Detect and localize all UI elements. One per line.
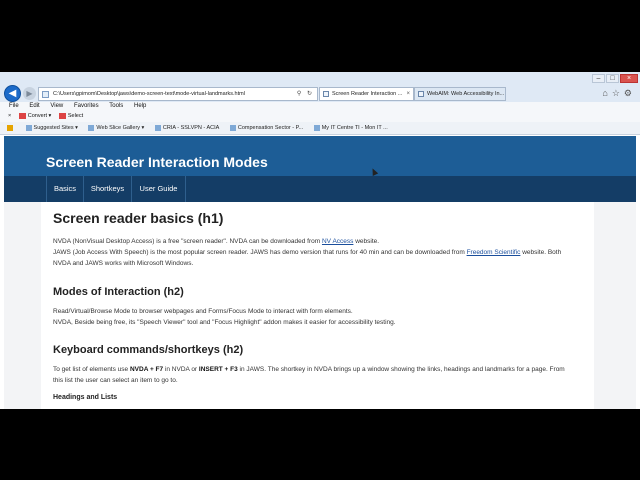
star-icon — [7, 124, 13, 131]
tab-webaim[interactable]: WebAIM: Web Accessibility In... — [414, 87, 506, 101]
favorite-my-it-centre[interactable]: My IT Centre TI - Mon IT ... — [313, 122, 388, 134]
address-bar[interactable]: C:\Users\gpimom\Desktop\jaws\demo-screen… — [38, 87, 318, 101]
menu-view[interactable]: View — [50, 102, 63, 111]
star-icon[interactable]: ☆ — [612, 88, 624, 98]
favorites-bar: Suggested Sites ▾ Web Slice Gallery ▾ CR… — [0, 122, 640, 135]
browser-titlebar: ◀ ▶ C:\Users\gpimom\Desktop\jaws\demo-sc… — [0, 72, 640, 102]
browser-toolbar-icons: ⌂☆⚙ — [602, 88, 636, 99]
menu-help[interactable]: Help — [134, 102, 146, 111]
paragraph-nvda-tools: NVDA, Beside being free, its "Speech Vie… — [53, 319, 396, 326]
favorite-label: Compensation Sector - P... — [237, 125, 304, 131]
command-bar: × Convert ▾ Select — [0, 111, 640, 122]
link-nv-access[interactable]: NV Access — [322, 238, 353, 245]
nav-link-user-guide[interactable]: User Guide — [131, 176, 186, 202]
back-arrow-icon[interactable]: ◀ — [4, 85, 21, 102]
select-button[interactable]: Select — [58, 111, 84, 122]
convert-button[interactable]: Convert ▾ — [18, 111, 51, 122]
main-content: Screen reader basics (h1) NVDA (NonVisua… — [41, 202, 594, 409]
home-icon[interactable]: ⌂ — [602, 88, 611, 98]
page-icon — [42, 91, 49, 98]
shortkey-jaws: INSERT + F3 — [198, 366, 238, 373]
close-window-icon[interactable]: × — [620, 74, 638, 83]
tab-label: Screen Reader Interaction ... — [332, 91, 403, 97]
paragraph-modes: Read/Virtual/Browse Mode to browser webp… — [53, 308, 353, 315]
favorites-star-icon[interactable] — [7, 122, 15, 134]
tab-page-icon — [323, 91, 329, 97]
select-icon — [58, 112, 66, 119]
heading-headings-and-lists: Headings and Lists — [53, 394, 118, 401]
favorite-label: My IT Centre TI - Mon IT ... — [321, 125, 388, 131]
paragraph-nvda: NVDA (NonVisual Desktop Access) is a fre… — [53, 236, 573, 247]
favorite-compensation-sector[interactable]: Compensation Sector - P... — [229, 122, 304, 134]
tab-label: WebAIM: Web Accessibility In... — [427, 91, 505, 97]
text: JAWS (Job Access With Speech) is the mos… — [53, 249, 467, 256]
favorite-web-slice-gallery[interactable]: Web Slice Gallery ▾ — [88, 122, 144, 134]
favorite-label: CRIA - SSLVPN - ACIA — [162, 125, 220, 131]
text: To get list of elements use — [53, 366, 130, 373]
text: NVDA (NonVisual Desktop Access) is a fre… — [53, 238, 322, 245]
gear-icon[interactable]: ⚙ — [624, 88, 636, 98]
nav-link-shortkeys[interactable]: Shortkeys — [83, 176, 131, 202]
heading-screen-reader-basics: Screen reader basics (h1) — [53, 210, 224, 226]
menu-tools[interactable]: Tools — [109, 102, 123, 111]
convert-label: Convert — [27, 113, 48, 119]
favorite-label: Suggested Sites — [33, 125, 74, 131]
forward-arrow-icon[interactable]: ▶ — [23, 87, 36, 100]
paragraph-jaws: JAWS (Job Access With Speech) is the mos… — [53, 247, 573, 269]
close-icon[interactable]: × — [406, 88, 410, 100]
pdf-icon — [18, 112, 26, 119]
browser-window: ◀ ▶ C:\Users\gpimom\Desktop\jaws\demo-sc… — [0, 72, 640, 409]
page-icon — [229, 124, 236, 131]
site-title: Screen Reader Interaction Modes — [46, 154, 268, 170]
minimize-icon[interactable]: – — [592, 74, 605, 83]
site-navigation: Basics Shortkeys User Guide — [4, 176, 636, 202]
web-page: Screen Reader Interaction Modes Basics S… — [4, 136, 636, 409]
page-icon — [154, 124, 161, 131]
address-text: C:\Users\gpimom\Desktop\jaws\demo-screen… — [53, 91, 245, 97]
text: website. — [353, 238, 380, 245]
maximize-icon[interactable]: □ — [606, 74, 619, 83]
search-refresh-icons[interactable]: ⚲ ↻ — [297, 88, 314, 100]
menu-favorites[interactable]: Favorites — [74, 102, 99, 111]
nav-link-basics[interactable]: Basics — [46, 176, 83, 202]
page-icon — [313, 124, 320, 131]
link-freedom-scientific[interactable]: Freedom Scientific — [467, 249, 521, 256]
menu-file[interactable]: File — [9, 102, 19, 111]
tab-screen-reader[interactable]: Screen Reader Interaction ... × — [319, 87, 414, 101]
window-controls: – □ × — [592, 74, 638, 83]
heading-keyboard-commands: Keyboard commands/shortkeys (h2) — [53, 344, 244, 356]
site-header: Screen Reader Interaction Modes — [4, 136, 636, 176]
favorite-label: Web Slice Gallery — [96, 125, 141, 131]
select-label: Select — [67, 113, 84, 119]
favorite-cria-sslvpn[interactable]: CRIA - SSLVPN - ACIA — [154, 122, 220, 134]
page-icon — [25, 124, 32, 131]
menu-bar: File Edit View Favorites Tools Help — [0, 102, 640, 111]
close-toolbar-icon[interactable]: × — [8, 111, 11, 122]
favorite-suggested-sites[interactable]: Suggested Sites ▾ — [25, 122, 78, 134]
page-icon — [88, 124, 95, 131]
shortkey-nvda: NVDA + F7 — [129, 366, 164, 373]
menu-edit[interactable]: Edit — [29, 102, 39, 111]
text: in NVDA or — [163, 366, 199, 373]
paragraph-shortkeys: To get list of elements use NVDA + F7 in… — [53, 364, 573, 386]
tab-page-icon — [418, 91, 424, 97]
heading-modes-of-interaction: Modes of Interaction (h2) — [53, 286, 184, 298]
